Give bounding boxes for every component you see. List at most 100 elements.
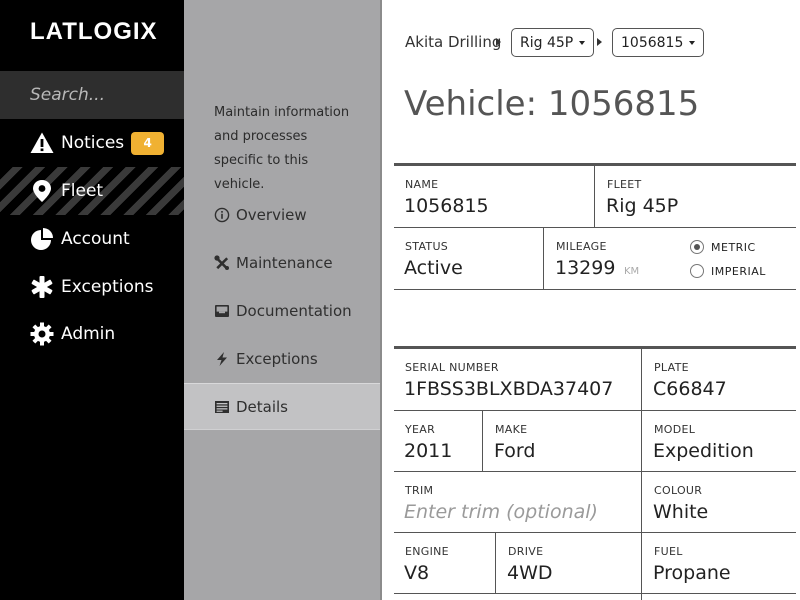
map-pin-icon [30, 179, 54, 203]
field-label: DRIVE [508, 545, 544, 558]
chevron-down-icon [579, 40, 586, 45]
subnav-item-label: Maintenance [236, 253, 333, 272]
radio-label: METRIC [711, 240, 756, 254]
status-field[interactable]: STATUS Active [394, 228, 543, 289]
field-value: Ford [494, 440, 536, 462]
field-label: TRIM [405, 484, 434, 497]
chevron-down-icon [689, 40, 696, 45]
field-value: 1FBSS3BLXBDA37407 [404, 378, 614, 400]
search-input[interactable] [0, 71, 184, 119]
make-field[interactable]: MAKE Ford [484, 411, 641, 472]
subnav-item-exceptions[interactable]: Exceptions [184, 335, 380, 382]
section-description: Maintain information and processes speci… [214, 105, 350, 192]
breadcrumb-root[interactable]: Akita Drilling [405, 33, 501, 51]
radio-unselected-icon [690, 264, 704, 278]
nav-item-label: Admin [61, 324, 116, 344]
field-label: NAME [405, 178, 439, 191]
radio-label: IMPERIAL [711, 264, 766, 278]
subnav-item-overview[interactable]: Overview [184, 191, 380, 238]
subnav-item-label: Overview [236, 205, 307, 224]
subnav-item-maintenance[interactable]: Maintenance [184, 239, 380, 286]
field-value: 4WD [507, 562, 553, 584]
section-sidebar: Maintain information and processes speci… [184, 0, 380, 600]
field-value: Rig 45P [606, 195, 679, 217]
nav-item-label: Exceptions [61, 277, 154, 297]
trim-field[interactable]: TRIM Enter trim (optional) [394, 472, 641, 533]
field-value: Propane [653, 562, 731, 584]
model-field[interactable]: MODEL Expedition [643, 411, 796, 472]
field-label: MILEAGE [556, 240, 607, 253]
fleet-selector[interactable]: Rig 45P [511, 28, 595, 57]
notices-count-badge: 4 [131, 131, 165, 155]
nav-item-admin[interactable]: Admin [0, 310, 184, 358]
field-label: FUEL [654, 545, 683, 558]
subnav-item-details[interactable]: Details [184, 383, 380, 430]
field-value: C66847 [653, 378, 727, 400]
fleet-field[interactable]: FLEET Rig 45P [596, 166, 796, 227]
vehicle-summary-panel: NAME 1056815 FLEET Rig 45P STATUS Active… [394, 163, 796, 290]
field-value: 13299 [555, 257, 616, 279]
name-field[interactable]: NAME 1056815 [394, 166, 594, 227]
breadcrumb-separator-icon [597, 38, 602, 46]
cell-divider [482, 411, 483, 472]
subnav-item-label: Details [236, 397, 289, 416]
inbox-icon [214, 303, 230, 319]
nav-item-label: Fleet [61, 181, 104, 201]
field-value: V8 [404, 562, 430, 584]
subnav-item-documentation[interactable]: Documentation [184, 287, 380, 334]
mileage-unit: KM [624, 266, 640, 277]
engine-field[interactable]: ENGINE V8 [394, 533, 495, 594]
cell-divider [594, 166, 595, 227]
cell-divider [641, 349, 642, 600]
field-label: MAKE [495, 423, 528, 436]
info-icon [214, 207, 230, 223]
field-label: ENGINE [405, 545, 449, 558]
field-label: SERIAL NUMBER [405, 361, 499, 374]
field-value: 2011 [404, 440, 453, 462]
subnav-item-label: Documentation [236, 301, 352, 320]
field-value: Active [404, 257, 463, 279]
list-icon [214, 399, 230, 415]
radio-selected-icon [690, 240, 704, 254]
nav-item-exceptions[interactable]: Exceptions [0, 263, 184, 311]
nav-item-account[interactable]: Account [0, 215, 184, 263]
subnav-item-label: Exceptions [236, 349, 318, 368]
trim-placeholder: Enter trim (optional) [404, 501, 598, 523]
field-label: YEAR [405, 423, 436, 436]
main-sidebar: LATLOGIX Notices 4 Fleet Account Excepti… [0, 0, 184, 600]
nav-item-label: Notices [61, 133, 125, 153]
gear-icon [30, 322, 54, 346]
plate-field[interactable]: PLATE C66847 [643, 349, 796, 410]
field-value: 1056815 [404, 195, 489, 217]
field-label: PLATE [654, 361, 689, 374]
field-label: FLEET [607, 178, 642, 191]
asterisk-icon [30, 275, 54, 299]
nav-item-label: Account [61, 229, 130, 249]
nav-item-notices[interactable]: Notices 4 [0, 119, 184, 167]
cell-divider [543, 228, 544, 289]
year-field[interactable]: YEAR 2011 [394, 411, 482, 472]
field-label: MODEL [654, 423, 696, 436]
metric-radio[interactable]: METRIC [690, 240, 756, 254]
field-value: Expedition [653, 440, 754, 462]
vehicle-selector[interactable]: 1056815 [612, 28, 705, 57]
field-label: COLOUR [654, 484, 703, 497]
mileage-field[interactable]: MILEAGE 13299 KM [545, 228, 675, 289]
page-title: Vehicle: 1056815 [404, 84, 700, 124]
serial-number-field[interactable]: SERIAL NUMBER 1FBSS3BLXBDA37407 [394, 349, 641, 410]
nav-item-fleet[interactable]: Fleet [0, 167, 184, 215]
cell-divider [495, 533, 496, 594]
vehicle-details-panel: SERIAL NUMBER 1FBSS3BLXBDA37407 PLATE C6… [394, 346, 796, 600]
field-value: White [653, 501, 709, 523]
breadcrumb-separator-icon [496, 38, 501, 46]
imperial-radio[interactable]: IMPERIAL [690, 264, 766, 278]
drive-field[interactable]: DRIVE 4WD [497, 533, 641, 594]
field-label: STATUS [405, 240, 449, 253]
fuel-field[interactable]: FUEL Propane [643, 533, 796, 594]
colour-field[interactable]: COLOUR White [643, 472, 796, 533]
vehicle-selector-value: 1056815 [621, 34, 684, 51]
warning-icon [30, 131, 54, 155]
row-divider [394, 289, 796, 290]
fleet-selector-value: Rig 45P [520, 34, 574, 51]
pie-chart-icon [30, 227, 54, 251]
